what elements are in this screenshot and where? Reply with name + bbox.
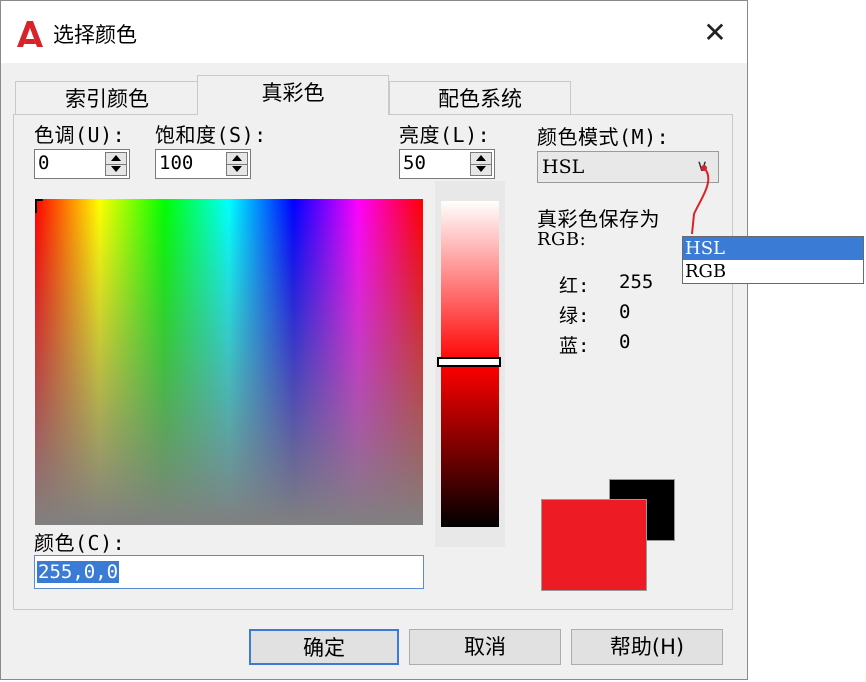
red-row: 红: 255 <box>559 271 653 298</box>
title-bar: 选择颜色 ✕ <box>1 1 747 63</box>
save-as-label: 真彩色保存为 <box>537 207 660 231</box>
new-color-swatch <box>541 499 647 591</box>
green-label: 绿: <box>559 305 590 327</box>
blue-row: 蓝: 0 <box>559 331 630 358</box>
saturation-down-arrow-icon[interactable] <box>227 164 247 175</box>
color-value-input[interactable]: 255,0,0 <box>34 555 424 589</box>
color-model-dropdown-list[interactable]: HSL RGB <box>682 236 864 284</box>
saturation-spinner[interactable]: 100 <box>155 149 251 179</box>
save-as-model: RGB: <box>537 229 587 250</box>
tab-true-color[interactable]: 真彩色 <box>197 75 389 115</box>
dropdown-option-hsl[interactable]: HSL <box>683 237 863 260</box>
color-label: 颜色(C): <box>34 531 126 555</box>
spectrum-crosshair[interactable] <box>35 199 43 213</box>
green-value: 0 <box>619 301 631 323</box>
luminance-label: 亮度(L): <box>399 123 491 147</box>
tab-index-color[interactable]: 索引颜色 <box>15 81 199 115</box>
luminance-slider-handle[interactable] <box>437 357 501 367</box>
ok-button[interactable]: 确定 <box>249 629 399 665</box>
color-model-selected[interactable]: HSL <box>542 156 584 178</box>
luminance-value[interactable]: 50 <box>403 152 426 174</box>
tab-color-books[interactable]: 配色系统 <box>389 81 571 115</box>
luminance-spinner[interactable]: 50 <box>399 149 495 179</box>
hue-value[interactable]: 0 <box>38 152 49 174</box>
luminance-down-arrow-icon[interactable] <box>471 164 491 175</box>
hue-down-arrow-icon[interactable] <box>106 164 126 175</box>
saturation-label: 饱和度(S): <box>155 123 267 147</box>
dialog-title: 选择颜色 <box>53 23 137 47</box>
hue-spinner-buttons[interactable] <box>105 152 127 176</box>
color-model-select[interactable]: HSL ∨ <box>537 151 719 183</box>
cancel-button[interactable]: 取消 <box>409 629 561 665</box>
hue-label: 色调(U): <box>34 123 126 147</box>
color-value-text[interactable]: 255,0,0 <box>37 561 120 583</box>
dropdown-option-rgb[interactable]: RGB <box>683 260 863 283</box>
red-value: 255 <box>619 271 654 293</box>
luminance-spinner-buttons[interactable] <box>470 152 492 176</box>
chevron-down-icon[interactable]: ∨ <box>696 156 708 175</box>
blue-value: 0 <box>619 331 631 353</box>
hue-spinner[interactable]: 0 <box>34 149 130 179</box>
hue-saturation-spectrum[interactable] <box>35 199 423 525</box>
blue-label: 蓝: <box>559 335 590 357</box>
saturation-value[interactable]: 100 <box>159 152 193 174</box>
autocad-logo-icon <box>17 21 43 47</box>
help-button[interactable]: 帮助(H) <box>571 629 723 665</box>
close-button[interactable]: ✕ <box>695 15 735 51</box>
red-label: 红: <box>559 275 590 297</box>
color-model-label: 颜色模式(M): <box>537 125 670 149</box>
saturation-spinner-buttons[interactable] <box>226 152 248 176</box>
green-row: 绿: 0 <box>559 301 630 328</box>
select-color-dialog: 选择颜色 ✕ 索引颜色 真彩色 配色系统 色调(U): 0 饱和度(S): 10… <box>0 0 748 680</box>
